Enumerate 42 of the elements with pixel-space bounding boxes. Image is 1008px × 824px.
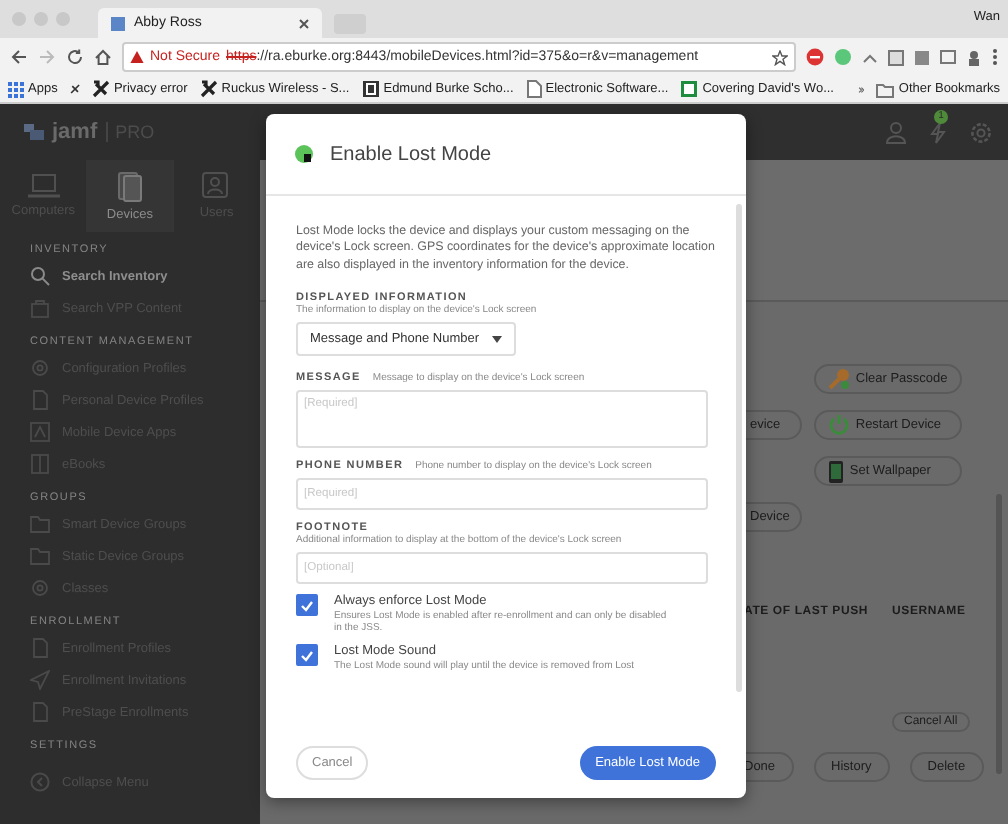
document-icon — [30, 638, 50, 658]
sheet-icon — [680, 80, 699, 98]
check-icon — [300, 599, 314, 612]
power-icon — [827, 414, 850, 436]
user-card-icon — [202, 172, 231, 200]
home-icon[interactable] — [94, 48, 112, 66]
lightning-icon[interactable] — [930, 121, 946, 143]
dialog-title: Enable Lost Mode — [330, 143, 492, 165]
warning-icon — [130, 50, 144, 64]
check-icon — [300, 649, 314, 662]
back-circle-icon — [30, 772, 50, 792]
laptop-icon — [27, 174, 60, 198]
close-icon[interactable] — [298, 17, 310, 29]
logo-icon — [361, 80, 380, 98]
square-icon[interactable] — [888, 49, 904, 65]
paper-plane-icon — [30, 670, 50, 690]
person-icon[interactable] — [966, 49, 982, 65]
app-icon — [30, 422, 50, 442]
gear-icon — [30, 578, 50, 598]
lost-mode-icon — [294, 144, 314, 164]
search-icon — [30, 266, 50, 286]
book-icon — [30, 454, 50, 474]
stop-sign-icon[interactable] — [806, 48, 824, 66]
back-icon[interactable] — [10, 48, 28, 66]
document-icon — [30, 390, 50, 410]
gear-icon — [30, 358, 50, 378]
caret-icon — [491, 335, 502, 344]
more-icon[interactable] — [992, 48, 998, 66]
reload-icon[interactable] — [66, 48, 84, 66]
folder-icon — [876, 81, 895, 97]
chevron-icon[interactable] — [858, 83, 865, 95]
key-icon — [827, 368, 850, 390]
devices-icon — [117, 171, 142, 201]
checkbox[interactable] — [296, 644, 318, 667]
caret-icon[interactable] — [862, 49, 878, 65]
checkbox[interactable] — [296, 594, 318, 617]
document-icon — [30, 702, 50, 722]
app-logo[interactable]: jamf — [52, 120, 98, 144]
phone-icon — [827, 459, 844, 483]
logo-icon — [24, 124, 44, 140]
star-icon[interactable] — [772, 49, 788, 65]
apps-icon — [8, 81, 24, 97]
